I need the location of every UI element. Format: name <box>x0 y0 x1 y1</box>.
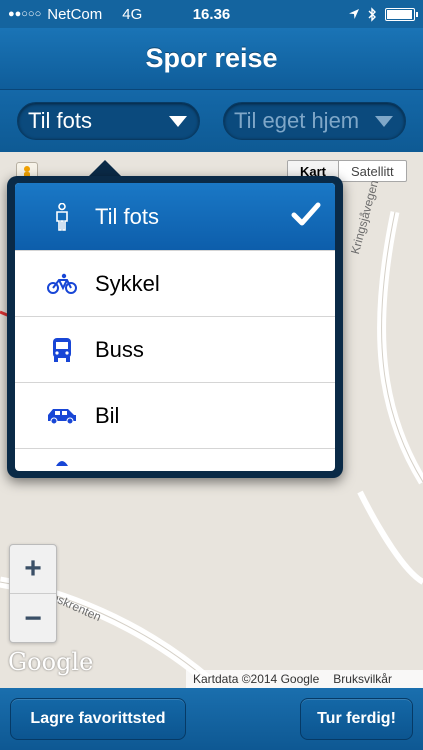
save-favorite-button[interactable]: Lagre favorittsted <box>10 698 186 740</box>
option-label: Bil <box>95 402 120 428</box>
carrier-label: NetCom <box>47 5 103 23</box>
option-label: Sykkel <box>95 270 160 296</box>
destination-select[interactable]: Til eget hjem <box>223 102 406 140</box>
option-walking[interactable]: Til fots <box>15 183 335 251</box>
bus-icon <box>45 335 79 365</box>
battery-icon <box>385 7 418 21</box>
selector-bar: Til fots Til eget hjem <box>0 90 423 152</box>
checkmark-icon <box>291 202 321 231</box>
chevron-down-icon <box>169 115 187 127</box>
option-partially-visible[interactable] <box>15 449 335 471</box>
google-logo: Google <box>8 648 94 676</box>
destination-value: Til eget hjem <box>234 108 360 133</box>
map-type-satellite-button[interactable]: Satellitt <box>339 161 406 181</box>
attribution-text: Kartdata ©2014 Google <box>193 672 320 686</box>
popover-arrow <box>88 160 122 177</box>
unknown-option-icon <box>45 446 79 472</box>
travel-mode-list: Til fots Sykkel Buss Bil <box>15 183 335 471</box>
travel-mode-value: Til fots <box>28 108 92 133</box>
terms-link[interactable]: Bruksvilkår <box>333 672 392 686</box>
page-title: Spor reise <box>145 43 278 73</box>
zoom-out-button[interactable]: − <box>10 594 56 643</box>
travel-mode-popover: Til fots Sykkel Buss Bil <box>7 176 343 478</box>
option-bus[interactable]: Buss <box>15 317 335 383</box>
bluetooth-icon <box>368 6 376 22</box>
zoom-in-button[interactable]: + <box>10 545 56 594</box>
option-car[interactable]: Bil <box>15 383 335 449</box>
walking-person-icon <box>45 202 79 232</box>
location-arrow-icon <box>349 9 359 19</box>
network-label: 4G <box>122 5 143 23</box>
car-icon <box>45 401 79 431</box>
option-label: Til fots <box>95 203 159 229</box>
chevron-down-icon <box>375 115 393 127</box>
navigation-bar: Spor reise <box>0 28 423 90</box>
travel-mode-select[interactable]: Til fots <box>17 102 200 140</box>
option-bicycle[interactable]: Sykkel <box>15 251 335 317</box>
option-label: Buss <box>95 336 144 362</box>
zoom-control: + − <box>9 544 57 643</box>
signal-strength-icon: ●●○○○ <box>8 8 42 20</box>
finish-trip-button[interactable]: Tur ferdig! <box>300 698 413 740</box>
bicycle-icon <box>45 269 79 299</box>
bottom-toolbar: Lagre favorittsted Tur ferdig! <box>0 688 423 750</box>
map-attribution: Kartdata ©2014 Google Bruksvilkår <box>186 670 423 688</box>
status-bar: ●●○○○ NetCom 4G 16.36 <box>0 0 423 28</box>
